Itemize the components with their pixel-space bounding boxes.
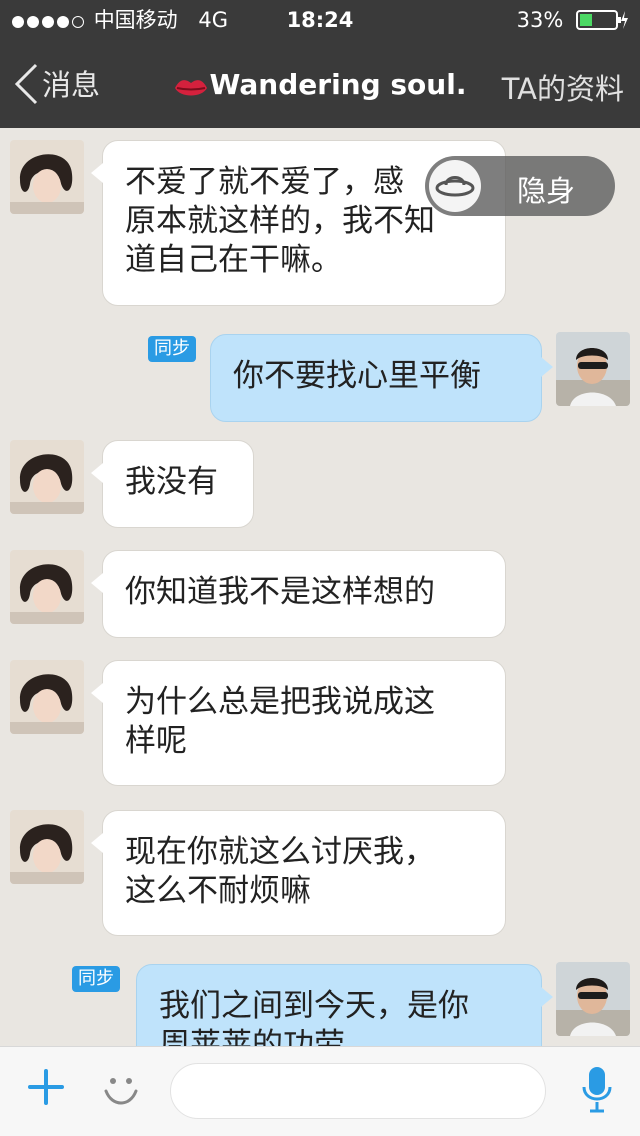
contact-avatar[interactable]: [10, 550, 84, 624]
message-text: 现在你就这么讨厌我， 这么不耐烦嘛: [125, 834, 435, 909]
add-button[interactable]: [28, 1069, 64, 1109]
top-bar: 中国移动 4G 18:24 33% 消息 Wandering soul. TA的…: [0, 0, 640, 128]
input-bar: [0, 1046, 640, 1136]
ufo-icon: [429, 160, 481, 212]
emoji-button[interactable]: [102, 1069, 140, 1113]
profile-button[interactable]: TA的资料: [502, 66, 624, 108]
message-text: 我没有: [125, 464, 218, 500]
navigation-bar: 消息 Wandering soul. TA的资料: [0, 44, 640, 128]
outgoing-message[interactable]: 你不要找心里平衡: [210, 334, 553, 422]
message-input[interactable]: [170, 1063, 546, 1119]
incoming-message[interactable]: 我没有: [91, 440, 254, 528]
voice-button[interactable]: [582, 1065, 612, 1119]
stealth-label: 隐身: [517, 174, 576, 208]
smiley-icon: [104, 1078, 138, 1105]
contact-name: Wandering soul.: [209, 68, 467, 101]
sync-badge: 同步: [72, 966, 120, 992]
lips-icon: [174, 80, 207, 96]
message-list[interactable]: 不爱了就不爱了，感 原本就这样的，我不知 道自己在干嘛。 隐身 同步 你不要找心…: [0, 128, 640, 1046]
sync-badge: 同步: [148, 336, 196, 362]
contact-avatar[interactable]: [10, 810, 84, 884]
contact-avatar[interactable]: [10, 440, 84, 514]
incoming-message[interactable]: 现在你就这么讨厌我， 这么不耐烦嘛: [91, 810, 506, 936]
plus-icon: [28, 1069, 64, 1105]
outgoing-message[interactable]: 我们之间到今天，是你 周莱莱的功劳: [136, 964, 553, 1046]
microphone-icon: [582, 1067, 612, 1113]
chat-screen: 中国移动 4G 18:24 33% 消息 Wandering soul. TA的…: [0, 0, 640, 1136]
incoming-message[interactable]: 为什么总是把我说成这 样呢: [91, 660, 506, 786]
battery-percent: 33%: [516, 8, 564, 32]
contact-avatar[interactable]: [10, 660, 84, 734]
stealth-toggle[interactable]: 隐身: [425, 156, 615, 216]
incoming-message[interactable]: 你知道我不是这样想的: [91, 550, 506, 638]
message-text: 我们之间到今天，是你 周莱莱的功劳: [159, 988, 469, 1046]
message-text: 你不要找心里平衡: [233, 358, 481, 394]
message-text: 为什么总是把我说成这 样呢: [125, 684, 435, 759]
message-text: 你知道我不是这样想的: [125, 574, 435, 610]
contact-avatar[interactable]: [10, 140, 84, 214]
my-avatar[interactable]: [556, 962, 630, 1036]
my-avatar[interactable]: [556, 332, 630, 406]
battery-icon: [576, 10, 628, 30]
status-bar: 中国移动 4G 18:24 33%: [0, 0, 640, 40]
status-right: 33%: [517, 0, 628, 40]
